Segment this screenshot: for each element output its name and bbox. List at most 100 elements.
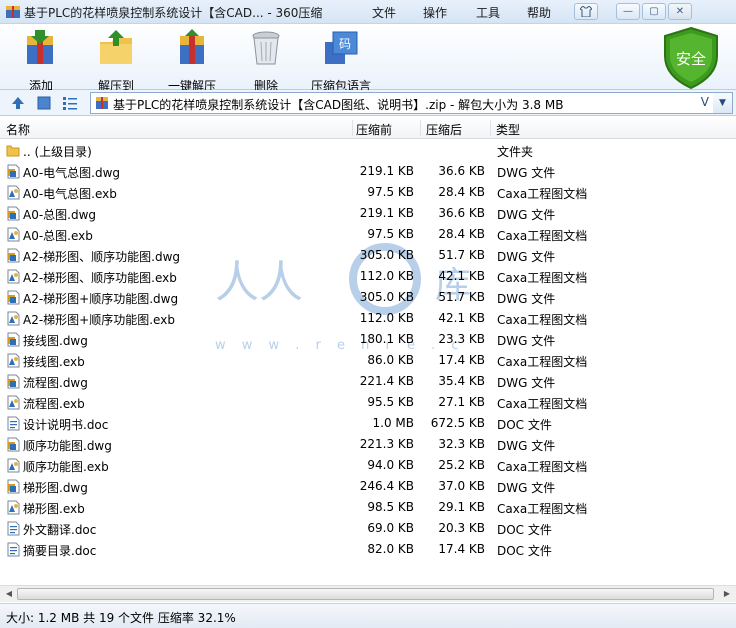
file-compressed-size: 25.2 KB	[438, 458, 485, 472]
file-row[interactable]: 接线图.exb 86.0 KB 17.4 KB Caxa工程图文档	[0, 350, 736, 371]
window-title: 基于PLC的花样喷泉控制系统设计【含CAD... - 360压缩	[24, 6, 323, 20]
file-original-size: 221.3 KB	[359, 437, 414, 451]
file-original-size: 221.4 KB	[359, 374, 414, 388]
file-name: 顺序功能图.dwg	[23, 439, 112, 453]
file-row[interactable]: 顺序功能图.exb 94.0 KB 25.2 KB Caxa工程图文档	[0, 455, 736, 476]
file-type: Caxa工程图文档	[497, 313, 588, 327]
file-row[interactable]: 接线图.dwg 180.1 KB 23.3 KB DWG 文件	[0, 329, 736, 350]
horizontal-scrollbar[interactable]: ◀ ▶	[0, 585, 736, 602]
caxa-file-icon	[6, 395, 20, 410]
close-window-button[interactable]: ✕	[668, 3, 692, 20]
file-compressed-size: 42.1 KB	[438, 311, 485, 325]
go-arrow-icon[interactable]: V	[701, 95, 709, 109]
column-compressed-size[interactable]: 压缩后	[426, 121, 462, 138]
column-original-size[interactable]: 压缩前	[356, 121, 392, 138]
list-view-icon[interactable]	[62, 95, 78, 111]
file-type: DWG 文件	[497, 166, 556, 180]
file-type: Caxa工程图文档	[497, 355, 588, 369]
dwg-file-icon	[6, 248, 20, 263]
file-compressed-size: 17.4 KB	[438, 353, 485, 367]
file-original-size: 112.0 KB	[359, 311, 414, 325]
address-bar[interactable]: 基于PLC的花样喷泉控制系统设计【含CAD图纸、说明书】.zip - 解包大小为…	[90, 92, 714, 114]
column-header: 名称 压缩前 压缩后 类型	[0, 117, 736, 139]
file-compressed-size: 35.4 KB	[438, 374, 485, 388]
minimize-window-button[interactable]: —	[616, 3, 640, 20]
file-type: DOC 文件	[497, 418, 552, 432]
file-original-size: 86.0 KB	[367, 353, 414, 367]
file-row[interactable]: 设计说明书.doc 1.0 MB 672.5 KB DOC 文件	[0, 413, 736, 434]
menu-file[interactable]: 文件	[372, 4, 396, 21]
file-compressed-size: 32.3 KB	[438, 437, 485, 451]
caxa-file-icon	[6, 311, 20, 326]
up-arrow-icon[interactable]	[10, 95, 26, 111]
caxa-file-icon	[6, 500, 20, 515]
file-type: Caxa工程图文档	[497, 460, 588, 474]
security-shield-icon[interactable]: 安全	[662, 26, 720, 90]
delete-button[interactable]: 删除	[246, 28, 286, 94]
scrollbar-thumb[interactable]	[17, 588, 714, 600]
file-row[interactable]: A0-电气总图.dwg 219.1 KB 36.6 KB DWG 文件	[0, 161, 736, 182]
dwg-file-icon	[6, 206, 20, 221]
file-compressed-size: 672.5 KB	[430, 416, 485, 430]
caxa-file-icon	[6, 227, 20, 242]
file-row[interactable]: 梯形图.exb 98.5 KB 29.1 KB Caxa工程图文档	[0, 497, 736, 518]
folder-icon	[6, 143, 20, 158]
menu-help[interactable]: 帮助	[527, 4, 551, 21]
file-row[interactable]: A0-总图.exb 97.5 KB 28.4 KB Caxa工程图文档	[0, 224, 736, 245]
file-row[interactable]: A2-梯形图+顺序功能图.dwg 305.0 KB 51.7 KB DWG 文件	[0, 287, 736, 308]
file-name: A0-总图.dwg	[23, 208, 97, 222]
scroll-left-icon[interactable]: ◀	[2, 588, 16, 601]
file-name: 梯形图.exb	[23, 502, 85, 516]
file-row[interactable]: 外文翻译.doc 69.0 KB 20.3 KB DOC 文件	[0, 518, 736, 539]
file-row[interactable]: A2-梯形图+顺序功能图.exb 112.0 KB 42.1 KB Caxa工程图文档	[0, 308, 736, 329]
file-original-size: 94.0 KB	[367, 458, 414, 472]
archive-language-button[interactable]: 码 压缩包语言	[310, 28, 372, 94]
file-row[interactable]: 流程图.dwg 221.4 KB 35.4 KB DWG 文件	[0, 371, 736, 392]
doc-file-icon	[6, 542, 20, 557]
caxa-file-icon	[6, 269, 20, 284]
file-row[interactable]: 摘要目录.doc 82.0 KB 17.4 KB DOC 文件	[0, 539, 736, 560]
one-click-extract-button[interactable]: 一键解压	[164, 28, 220, 94]
file-row[interactable]: 流程图.exb 95.5 KB 27.1 KB Caxa工程图文档	[0, 392, 736, 413]
menu-tools[interactable]: 工具	[476, 4, 500, 21]
file-row[interactable]: A0-总图.dwg 219.1 KB 36.6 KB DWG 文件	[0, 203, 736, 224]
file-row[interactable]: .. (上级目录) 文件夹	[0, 140, 736, 161]
file-name: A0-总图.exb	[23, 229, 93, 243]
file-row[interactable]: 梯形图.dwg 246.4 KB 37.0 KB DWG 文件	[0, 476, 736, 497]
file-name: A2-梯形图、顺序功能图.dwg	[23, 250, 181, 264]
archive-icon	[6, 6, 20, 18]
file-type: DOC 文件	[497, 523, 552, 537]
add-button[interactable]: 添加	[18, 28, 64, 94]
file-name: .. (上级目录)	[23, 145, 92, 159]
file-name: 流程图.exb	[23, 397, 85, 411]
zip-file-icon	[96, 97, 108, 109]
address-row: 基于PLC的花样喷泉控制系统设计【含CAD图纸、说明书】.zip - 解包大小为…	[0, 90, 736, 116]
file-compressed-size: 17.4 KB	[438, 542, 485, 556]
column-type[interactable]: 类型	[496, 121, 520, 138]
caxa-file-icon	[6, 458, 20, 473]
file-original-size: 97.5 KB	[367, 185, 414, 199]
scroll-right-icon[interactable]: ▶	[720, 588, 734, 601]
dwg-file-icon	[6, 479, 20, 494]
address-dropdown-button[interactable]: ▼	[713, 92, 733, 114]
file-compressed-size: 28.4 KB	[438, 227, 485, 241]
maximize-window-button[interactable]: ▢	[642, 3, 666, 20]
file-name: A0-电气总图.dwg	[23, 166, 121, 180]
file-row[interactable]: A2-梯形图、顺序功能图.dwg 305.0 KB 51.7 KB DWG 文件	[0, 245, 736, 266]
file-row[interactable]: A2-梯形图、顺序功能图.exb 112.0 KB 42.1 KB Caxa工程图文档	[0, 266, 736, 287]
column-name[interactable]: 名称	[6, 121, 30, 138]
caxa-file-icon	[6, 185, 20, 200]
file-name: 外文翻译.doc	[23, 523, 97, 537]
skin-shirt-icon[interactable]	[574, 3, 598, 20]
file-original-size: 1.0 MB	[372, 416, 414, 430]
file-name: A2-梯形图+顺序功能图.exb	[23, 313, 175, 327]
menu-operation[interactable]: 操作	[423, 4, 447, 21]
dwg-file-icon	[6, 164, 20, 179]
large-icon-view-icon[interactable]	[36, 95, 52, 111]
file-row[interactable]: 顺序功能图.dwg 221.3 KB 32.3 KB DWG 文件	[0, 434, 736, 455]
file-list[interactable]: 名称 压缩前 压缩后 类型 人人 库 w w w . r e n r e . c…	[0, 117, 736, 587]
file-row[interactable]: A0-电气总图.exb 97.5 KB 28.4 KB Caxa工程图文档	[0, 182, 736, 203]
extract-to-button[interactable]: 解压到	[90, 28, 142, 94]
file-type: DWG 文件	[497, 376, 556, 390]
file-type: Caxa工程图文档	[497, 502, 588, 516]
